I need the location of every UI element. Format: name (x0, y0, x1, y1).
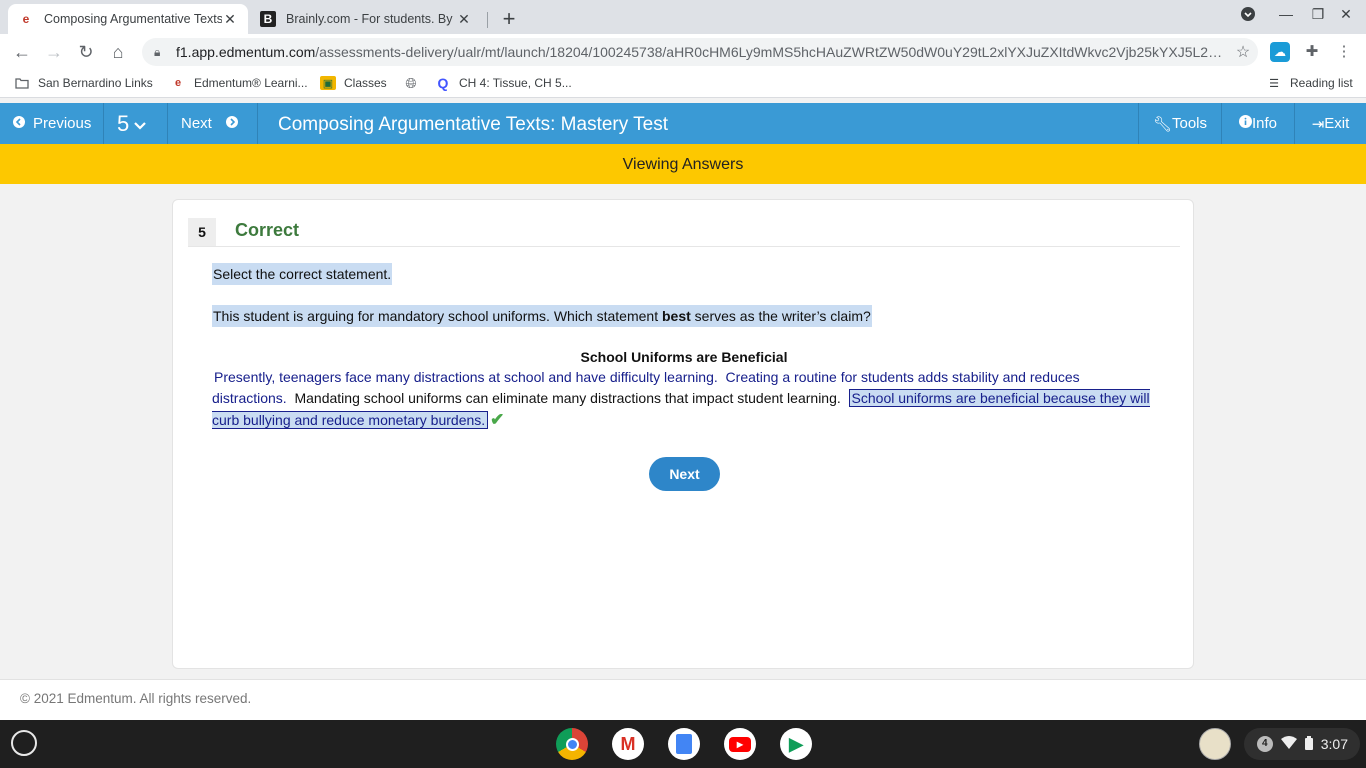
status-correct: Correct (235, 220, 300, 240)
battery-icon (1304, 735, 1313, 753)
reload-icon[interactable]: ↻ (74, 40, 98, 64)
next-button[interactable]: Next (649, 457, 720, 491)
bookmarks-bar: San Bernardino Links e Edmentum® Learni.… (0, 70, 1366, 98)
youtube-icon[interactable]: ▶ (724, 728, 756, 760)
menu-dots-icon[interactable]: ⋮ (1334, 42, 1354, 62)
globe-icon: 🌐︎ (405, 74, 417, 91)
next-header-button[interactable]: Next (168, 103, 258, 144)
chrome-icon[interactable] (556, 728, 588, 760)
exit-label: Exit (1324, 115, 1350, 132)
tools-label: Tools (1172, 115, 1208, 132)
minimize-icon[interactable]: — (1276, 6, 1296, 22)
new-tab-icon[interactable]: + (498, 6, 520, 32)
notification-count-badge: 4 (1256, 736, 1273, 752)
close-tab-icon[interactable]: ✕ (456, 11, 472, 27)
prompt-emphasis: best (661, 308, 691, 324)
app-header: Previous 5 Next Composing Argumentative … (0, 103, 1366, 144)
user-avatar[interactable] (1199, 728, 1231, 760)
bookmark-label: Classes (344, 76, 387, 90)
sign-out-icon: ⇥ (1311, 115, 1325, 133)
footer-copyright: © 2021 Edmentum. All rights reserved. (0, 679, 1366, 720)
tab-edmentum[interactable]: e Composing Argumentative Texts: Mastery… (8, 4, 248, 34)
edmentum-icon: e (22, 12, 30, 26)
browser-tab-strip: e Composing Argumentative Texts: Mastery… (0, 0, 1366, 34)
restore-icon[interactable]: ❐ (1308, 6, 1328, 23)
question-instruction: Select the correct statement. (212, 263, 393, 285)
launcher-icon[interactable] (11, 730, 37, 756)
forward-icon[interactable]: → (42, 40, 66, 64)
wrench-icon: 🔧︎ (1152, 115, 1172, 133)
question-number: 5 (117, 110, 130, 136)
close-tab-icon[interactable]: ✕ (222, 11, 238, 27)
checkmark-icon: ✔ (490, 410, 505, 429)
tab-title: Brainly.com - For students. By students. (286, 12, 456, 26)
passage: Presently, teenagers face many distracti… (212, 367, 1152, 431)
extensions-puzzle-icon[interactable]: ✚ (1302, 42, 1322, 62)
arrow-left-circle-icon (13, 116, 25, 131)
prompt-text: serves as the writer’s claim? (690, 308, 871, 324)
folder-icon (14, 76, 30, 90)
reading-list[interactable]: ☰ Reading list (1266, 76, 1353, 90)
bookmark-label: CH 4: Tissue, CH 5... (459, 76, 572, 90)
next-label: Next (181, 115, 212, 132)
bookmark-label: San Bernardino Links (38, 76, 153, 90)
previous-button[interactable]: Previous (0, 103, 104, 144)
gmail-icon[interactable]: M (612, 728, 644, 760)
prompt-text: This student is arguing for mandatory sc… (213, 308, 662, 324)
status-tray[interactable]: 4 3:07 (1244, 728, 1360, 760)
bookmark-label: Edmentum® Learni... (194, 76, 308, 90)
tab-search-icon[interactable] (1238, 6, 1258, 25)
tab-brainly[interactable]: B Brainly.com - For students. By student… (250, 4, 488, 34)
previous-label: Previous (33, 115, 92, 132)
page-title: Composing Argumentative Texts: Mastery T… (278, 114, 669, 135)
quizlet-icon: Q (437, 75, 449, 91)
bookmark-classes[interactable]: ▣ Classes (320, 76, 387, 90)
browser-toolbar: ← → ↻ ⌂ 🔒︎ f1.app.edmentum.com/assessmen… (0, 34, 1366, 70)
statement-option[interactable]: Presently, teenagers face many distracti… (214, 369, 718, 385)
clock: 3:07 (1320, 736, 1348, 752)
play-store-icon[interactable]: ▶ (780, 728, 812, 760)
wifi-icon (1280, 736, 1297, 752)
info-circle-icon (1238, 115, 1252, 132)
close-window-icon[interactable]: ✕ (1336, 6, 1356, 23)
bookmark-san-bernardino[interactable]: San Bernardino Links (14, 76, 153, 90)
bookmark-quizlet[interactable]: Q CH 4: Tissue, CH 5... (435, 75, 572, 91)
google-docs-icon[interactable] (668, 728, 700, 760)
passage-title: School Uniforms are Beneficial (580, 349, 788, 365)
viewing-answers-banner: Viewing Answers (0, 144, 1366, 184)
info-button[interactable]: Info (1221, 103, 1294, 144)
question-prompt: This student is arguing for mandatory sc… (212, 305, 872, 327)
info-label: Info (1251, 115, 1278, 132)
divider (188, 246, 1180, 247)
classroom-icon: ▣ (320, 76, 336, 90)
url-text: f1.app.edmentum.com/assessments-delivery… (176, 44, 1223, 60)
edmentum-icon: e (174, 77, 182, 89)
arrow-right-circle-icon (225, 115, 238, 132)
drive-extension-icon[interactable]: ☁ (1270, 42, 1290, 62)
exit-button[interactable]: ⇥ Exit (1294, 103, 1366, 144)
reading-list-icon: ☰ (1269, 77, 1279, 90)
tools-button[interactable]: 🔧︎ Tools (1138, 103, 1221, 144)
home-icon[interactable]: ⌂ (106, 40, 130, 64)
os-shelf: M ▶ ▶ 4 3:07 (0, 720, 1366, 768)
question-number-badge: 5 (188, 218, 216, 246)
chevron-down-icon (134, 111, 147, 137)
statement-option[interactable]: Mandating school uniforms can eliminate … (294, 390, 840, 406)
bookmark-star-icon[interactable]: ☆ (1228, 42, 1258, 62)
bookmark-globe[interactable]: 🌐︎ (403, 74, 427, 91)
bookmark-edmentum[interactable]: e Edmentum® Learni... (170, 76, 308, 90)
question-card: 5 Correct Select the correct statement. … (172, 199, 1194, 669)
lock-icon[interactable]: 🔒︎ (154, 45, 168, 60)
address-bar[interactable]: 🔒︎ f1.app.edmentum.com/assessments-deliv… (142, 38, 1258, 66)
brainly-icon: B (260, 11, 276, 27)
question-selector[interactable]: 5 (104, 103, 168, 144)
tab-title: Composing Argumentative Texts: Mastery T… (44, 12, 222, 26)
back-icon[interactable]: ← (10, 40, 34, 64)
reading-list-label: Reading list (1290, 76, 1353, 90)
